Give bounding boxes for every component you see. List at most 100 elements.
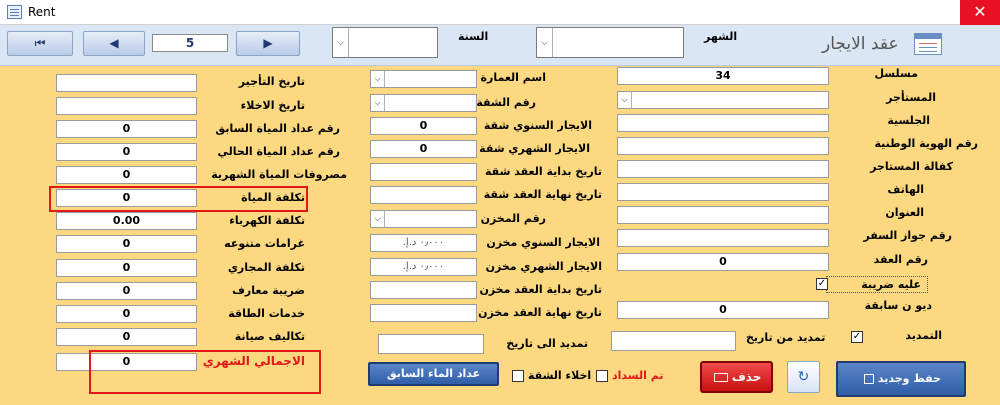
delete-icon: [713, 373, 728, 382]
building-combo[interactable]: ⌵: [370, 70, 477, 88]
delete-button[interactable]: حذف: [700, 361, 773, 393]
previous-water-meter-button[interactable]: عداد الماء السابق: [368, 362, 499, 386]
apartment-number-label: رقم الشقة: [476, 96, 536, 109]
cur-water-meter-label: رقم عداد المياة الحالي: [217, 145, 340, 158]
navigation-header: ⏮ ◀ 5 ▶ ⌵ السنة ⌵ الشهر عقد الايجار: [0, 25, 1000, 66]
save-and-new-label: حفظ وجديد: [877, 372, 941, 385]
electric-cost-field[interactable]: 0.00: [56, 212, 197, 230]
record-number-field[interactable]: 5: [152, 34, 228, 52]
form-app-icon: [7, 5, 22, 19]
form-icon: [914, 33, 942, 55]
vacate-apartment-checkbox[interactable]: [512, 370, 524, 382]
serial-label: مسلسل: [874, 67, 918, 80]
refresh-button[interactable]: ↻: [787, 361, 820, 393]
vacate-apartment-label: اخلاء الشقة: [528, 369, 592, 382]
renew-from-label: تمديد من تاريخ: [746, 331, 826, 344]
tenant-label: المستأجر: [886, 91, 936, 104]
chevron-down-icon: ⌵: [537, 28, 553, 57]
store-start-label: تاريخ بداية العقد مخزن: [479, 283, 602, 296]
tax-label: عليه ضريبة: [826, 276, 928, 293]
rent-date-label: تاريخ التأجير: [238, 75, 305, 88]
electric-cost-label: تكلفة الكهرباء: [229, 214, 305, 227]
prev-water-meter-field[interactable]: 0: [56, 120, 197, 138]
maaref-tax-label: ضريبة معارف: [232, 284, 305, 297]
monthly-water-field[interactable]: 0: [56, 166, 197, 184]
store-start-field[interactable]: [370, 281, 477, 299]
save-icon: [864, 374, 875, 384]
annual-rent-apartment-label: الايجار السنوي شقة: [483, 119, 592, 132]
national-id-field[interactable]: [617, 137, 829, 155]
close-button[interactable]: ✕: [960, 0, 1000, 25]
annual-rent-field[interactable]: 0: [370, 117, 477, 135]
energy-field[interactable]: 0: [56, 305, 197, 323]
cur-water-meter-field[interactable]: 0: [56, 143, 197, 161]
month-label: الشهر: [704, 30, 738, 43]
vacate-date-field[interactable]: [56, 97, 197, 115]
energy-services-label: خدمات الطاقة: [228, 307, 305, 320]
paid-label: تم السداد: [612, 369, 664, 382]
store-monthly-rent-label: الايجار الشهري مخزن: [485, 260, 602, 273]
address-label: العنوان: [885, 206, 924, 219]
nationality-label: الجلسية: [887, 114, 930, 127]
monthly-rent-field[interactable]: 0: [370, 140, 477, 158]
fines-field[interactable]: 0: [56, 235, 197, 253]
apartment-end-field[interactable]: [370, 186, 477, 204]
renew-to-field[interactable]: [378, 334, 484, 354]
chevron-down-icon: ⌵: [333, 28, 349, 57]
chevron-down-icon: ⌵: [618, 92, 632, 108]
window-title: Rent: [28, 5, 56, 19]
monthly-total-highlight: [89, 350, 321, 394]
fines-label: غرامات متنوعه: [224, 237, 305, 250]
renewal-label: التمديد: [905, 329, 942, 342]
water-cost-highlight: [49, 186, 308, 212]
sewage-label: تكلفة المجاري: [227, 261, 305, 274]
sewage-field[interactable]: 0: [56, 259, 197, 277]
maaref-field[interactable]: 0: [56, 282, 197, 300]
paid-checkbox[interactable]: [596, 370, 608, 382]
monthly-rent-apartment-label: الايجار الشهري شقة: [479, 142, 590, 155]
national-id-label: رقم الهوية الوطنية: [874, 137, 979, 150]
vacate-date-label: تاريخ الاخلاء: [240, 99, 305, 112]
previous-record-button[interactable]: ◀: [83, 31, 145, 56]
contract-number-field[interactable]: 0: [617, 253, 829, 271]
chevron-down-icon: ⌵: [371, 211, 385, 227]
save-and-new-button[interactable]: حفظ وجديد: [836, 361, 966, 397]
nationality-field[interactable]: [617, 114, 829, 132]
store-end-field[interactable]: [370, 304, 477, 322]
contract-number-label: رقم العقد: [873, 253, 928, 266]
chevron-down-icon: ⌵: [371, 71, 385, 87]
tenant-combo[interactable]: ⌵: [617, 91, 829, 109]
delete-label: حذف: [731, 370, 762, 384]
serial-field[interactable]: 34: [617, 67, 829, 85]
phone-field[interactable]: [617, 183, 829, 201]
prev-water-meter-label: رقم عداد المياة السابق: [215, 122, 340, 135]
next-record-button[interactable]: ▶: [236, 31, 300, 56]
guarantee-field[interactable]: [617, 160, 829, 178]
year-label: السنة: [458, 30, 489, 43]
apartment-combo[interactable]: ⌵: [370, 94, 477, 112]
building-name-label: اسم العمارة: [480, 71, 546, 84]
prior-debt-label: ديو ن سابقة: [864, 299, 932, 312]
apartment-start-field[interactable]: [370, 163, 477, 181]
month-combo[interactable]: ⌵: [536, 27, 684, 58]
passport-field[interactable]: [617, 229, 829, 247]
passport-label: رقم جواز السفر: [863, 229, 952, 242]
first-record-button[interactable]: ⏮: [7, 31, 73, 56]
renew-from-field[interactable]: [611, 331, 736, 351]
maintenance-label: تكاليف صيانة: [234, 330, 305, 343]
prior-debt-field[interactable]: 0: [617, 301, 829, 319]
address-field[interactable]: [617, 206, 829, 224]
rent-date-field[interactable]: [56, 74, 197, 92]
maintenance-field[interactable]: 0: [56, 328, 197, 346]
title-bar: Rent ✕: [0, 0, 1000, 25]
tenant-guarantee-label: كفالة المستاجر: [870, 160, 953, 173]
store-annual-field[interactable]: ٠٫٠٠٠ د.إ.‏: [370, 234, 477, 252]
apartment-end-label: تاريخ نهاية العقد شقة: [483, 188, 602, 201]
store-monthly-field[interactable]: ٠٫٠٠٠ د.إ.‏: [370, 258, 477, 276]
tax-checkbox[interactable]: ✓: [816, 278, 828, 290]
store-number-label: رقم المخزن: [480, 212, 546, 225]
year-combo[interactable]: ⌵: [332, 27, 438, 58]
store-combo[interactable]: ⌵: [370, 210, 477, 228]
store-annual-rent-label: الايجار السنوي مخزن: [486, 236, 600, 249]
renewal-checkbox[interactable]: ✓: [851, 331, 863, 343]
